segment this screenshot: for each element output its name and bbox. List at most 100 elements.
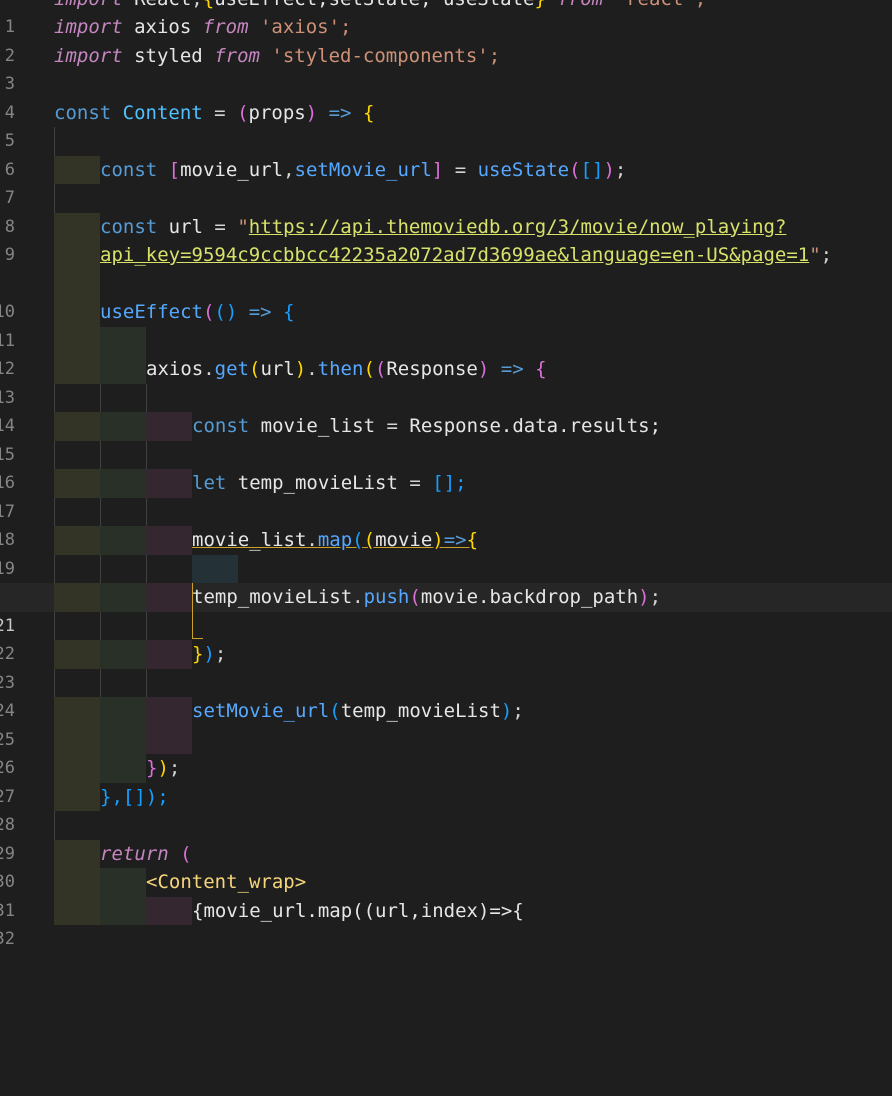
code-text: {movie_url.map((url,index)=>{ — [192, 899, 524, 922]
indent-highlight — [146, 469, 192, 498]
code-line[interactable]: 29 — [0, 811, 892, 864]
indent-guide — [146, 554, 147, 583]
indent-guide — [54, 611, 55, 640]
indent-highlight — [100, 725, 146, 754]
indent-highlight — [54, 583, 100, 612]
indent-guide — [54, 383, 55, 412]
code-line[interactable]: 17 let temp_movieList = []; — [0, 469, 892, 522]
code-line[interactable]: 6 — [0, 127, 892, 180]
bracket-guide — [192, 611, 203, 639]
indent-highlight — [54, 241, 100, 270]
indent-highlight — [54, 212, 100, 241]
current-line[interactable]: 21 temp_movieList.push(movie.backdrop_pa… — [0, 583, 892, 636]
indent-highlight — [54, 725, 100, 754]
code-line[interactable]: 24 — [0, 668, 892, 721]
url-link[interactable]: https://api.themoviedb.org/3/movie/now_p… — [249, 216, 787, 238]
code-line[interactable]: 31 <Content_wrap> — [0, 868, 892, 921]
indent-guide — [100, 668, 101, 697]
indent-guide — [100, 554, 101, 583]
code-line[interactable]: 4 — [0, 70, 892, 123]
code-text: import React,{useEffect,setState, useSta… — [54, 0, 706, 13]
code-line[interactable]: 12 — [0, 326, 892, 379]
indent-guide — [54, 184, 55, 213]
indent-guide — [146, 497, 147, 526]
code-line[interactable]: 10 — [0, 269, 892, 322]
indent-guide — [100, 611, 101, 640]
indent-highlight — [54, 754, 100, 783]
indent-guide — [54, 811, 55, 840]
line-number: 32 — [0, 929, 15, 949]
indent-highlight — [54, 640, 100, 669]
code-line[interactable]: 26 — [0, 725, 892, 778]
code-line[interactable]: 11 useEffect(() => { — [0, 298, 892, 351]
code-text: <Content_wrap> — [146, 871, 307, 893]
indent-highlight — [146, 697, 192, 726]
code-line[interactable]: 30 return ( — [0, 839, 892, 892]
code-line[interactable]: 14 — [0, 383, 892, 436]
code-line[interactable]: 16 — [0, 440, 892, 493]
code-line[interactable]: 7 const [movie_url,setMovie_url] = useSt… — [0, 155, 892, 208]
indent-guide — [54, 497, 55, 526]
indent-highlight — [100, 868, 146, 897]
indent-highlight — [54, 155, 100, 184]
indent-highlight — [146, 640, 192, 669]
indent-guide — [146, 440, 147, 469]
code-text: let temp_movieList = []; — [192, 472, 467, 494]
indent-highlight — [100, 355, 146, 384]
code-line[interactable]: 18 — [0, 497, 892, 550]
code-line[interactable]: 3 import styled from 'styled-components'… — [0, 42, 892, 95]
code-text: temp_movieList.push(movie.backdrop_path)… — [192, 586, 662, 608]
url-link[interactable]: api_key=9594c9ccbbcc42235a2072ad7d3699ae… — [100, 244, 809, 266]
indent-highlight — [54, 526, 100, 555]
code-line[interactable]: 28 },[]); — [0, 782, 892, 835]
code-text: useEffect(() => { — [100, 301, 295, 323]
code-line[interactable]: 19 movie_list.map((movie)=>{ — [0, 526, 892, 579]
code-line[interactable]: 22 — [0, 611, 892, 664]
indent-guide — [54, 440, 55, 469]
code-line[interactable]: 5 const Content = (props) => { — [0, 99, 892, 152]
indent-highlight — [54, 469, 100, 498]
code-text: return ( — [100, 842, 192, 865]
indent-highlight — [100, 526, 146, 555]
code-line[interactable]: 1 import React,{useEffect,setState, useS… — [0, 0, 892, 37]
indent-highlight — [100, 412, 146, 441]
indent-guide — [54, 668, 55, 697]
indent-highlight — [146, 896, 192, 925]
indent-highlight — [100, 697, 146, 726]
indent-highlight — [100, 583, 146, 612]
indent-guide — [54, 554, 55, 583]
code-text: api_key=9594c9ccbbcc42235a2072ad7d3699ae… — [100, 244, 833, 266]
code-line[interactable]: 9 const url = "https://api.themoviedb.or… — [0, 212, 892, 265]
indent-highlight — [146, 526, 192, 555]
indent-highlight — [54, 896, 100, 925]
indent-highlight — [54, 269, 100, 298]
code-text: setMovie_url(temp_movieList); — [192, 700, 524, 722]
code-line[interactable]: 20 — [0, 554, 892, 607]
code-text: }); — [146, 757, 181, 779]
code-line[interactable]: 13 axios.get(url).then((Response) => { — [0, 355, 892, 408]
code-text: const Content = (props) => { — [54, 101, 375, 124]
code-line[interactable]: 8 — [0, 184, 892, 237]
code-line[interactable]: 27 }); — [0, 754, 892, 807]
indent-guide — [100, 383, 101, 412]
code-line-wrapped[interactable]: api_key=9594c9ccbbcc42235a2072ad7d3699ae… — [0, 241, 892, 270]
code-line[interactable]: 32 {movie_url.map((url,index)=>{ — [0, 896, 892, 949]
indent-highlight — [54, 697, 100, 726]
code-line[interactable]: 2 import axios from 'axios'; — [0, 13, 892, 66]
indent-highlight — [54, 298, 100, 327]
indent-highlight — [54, 782, 100, 811]
indent-highlight — [146, 583, 192, 612]
code-line[interactable]: 23 }); — [0, 640, 892, 693]
indent-guide — [100, 497, 101, 526]
indent-highlight — [146, 412, 192, 441]
indent-highlight — [54, 868, 100, 897]
indent-guide — [146, 611, 147, 640]
indent-guide — [54, 127, 55, 156]
code-text: const movie_list = Response.data.results… — [192, 415, 662, 437]
code-line[interactable]: 15 const movie_list = Response.data.resu… — [0, 412, 892, 465]
code-editor[interactable]: 1 import React,{useEffect,setState, useS… — [0, 0, 892, 949]
indent-highlight — [146, 725, 192, 754]
indent-highlight — [100, 754, 146, 783]
code-line[interactable]: 25 setMovie_url(temp_movieList); — [0, 697, 892, 750]
code-text: import axios from 'axios'; — [54, 16, 352, 38]
